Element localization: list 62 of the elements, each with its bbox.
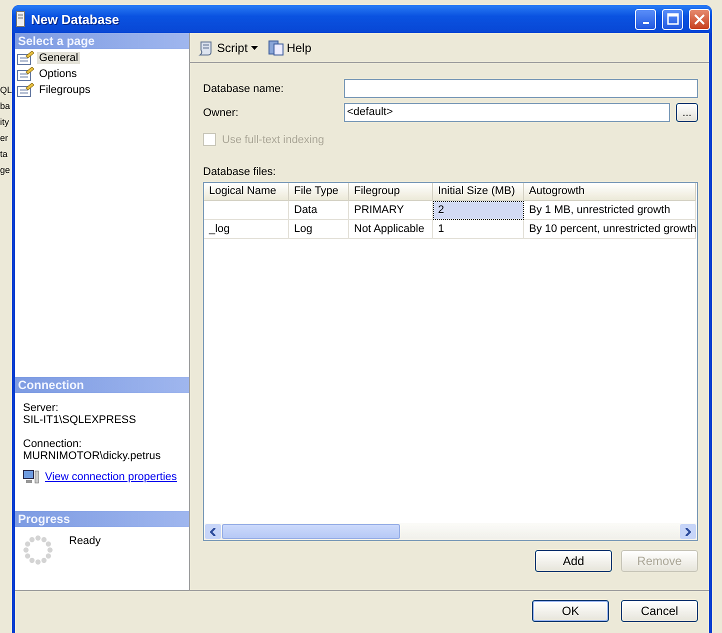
fulltext-label: Use full-text indexing: [222, 134, 324, 146]
maximize-button[interactable]: [662, 8, 683, 30]
window-title: New Database: [31, 12, 120, 26]
table-cell[interactable]: By 10 percent, unrestricted growth: [524, 220, 696, 239]
files-label: Database files:: [203, 166, 277, 178]
owner-field[interactable]: <default>: [344, 103, 670, 122]
section-header: Connection: [15, 377, 189, 393]
dialog-button[interactable]: OK: [532, 600, 609, 622]
table-cell[interactable]: 2: [433, 201, 524, 220]
table-cell[interactable]: Not Applicable: [349, 220, 433, 239]
field-label: Database name:: [203, 82, 285, 94]
connection-label: Connection:: [23, 438, 83, 450]
section-header: Progress: [15, 511, 189, 527]
table-cell[interactable]: 1: [433, 220, 524, 239]
help-button[interactable]: Help: [266, 40, 314, 56]
database-name-field[interactable]: [344, 79, 698, 98]
tree-item: ta: [0, 148, 9, 161]
column-header[interactable]: Logical Name: [204, 183, 289, 201]
table-cell[interactable]: Log: [289, 220, 349, 239]
horizontal-scrollbar[interactable]: [204, 523, 697, 540]
page-item[interactable]: Filegroups: [37, 84, 92, 96]
column-header[interactable]: Filegroup: [349, 183, 433, 201]
dialog-button[interactable]: Cancel: [621, 600, 698, 622]
section-header: Select a page: [15, 33, 189, 49]
book-icon: [268, 40, 284, 56]
script-button[interactable]: Script: [196, 40, 260, 56]
tree-item: ge: [0, 164, 12, 177]
browse-button[interactable]: ...: [676, 103, 698, 122]
server-label: Server:: [23, 402, 60, 414]
scroll-right-icon[interactable]: [680, 524, 696, 539]
column-header[interactable]: Autogrowth: [524, 183, 696, 201]
scroll-thumb[interactable]: [222, 524, 400, 539]
scroll-left-icon[interactable]: [205, 524, 221, 539]
tree-item: er: [0, 132, 10, 145]
maximize-icon: [666, 13, 678, 25]
minimize-button[interactable]: [635, 8, 656, 30]
scroll-icon: [198, 40, 214, 56]
tree-item: ity: [0, 116, 10, 129]
close-button[interactable]: [689, 8, 710, 30]
field-label: Owner:: [203, 106, 240, 118]
tree-item: ba: [0, 100, 12, 113]
table-cell[interactable]: By 1 MB, unrestricted growth: [524, 201, 696, 220]
column-header[interactable]: File Type: [289, 183, 349, 201]
computer-icon: [23, 470, 39, 484]
table-cell[interactable]: Data: [289, 201, 349, 220]
table-cell[interactable]: _log: [204, 220, 289, 239]
caret-icon: [250, 46, 258, 50]
column-header[interactable]: Initial Size (MB): [433, 183, 524, 201]
tree-item: QL: [0, 84, 12, 97]
connection-properties-link[interactable]: View connection properties: [45, 471, 177, 483]
connection-name: MURNIMOTOR\dicky.petrus: [23, 450, 162, 462]
database-icon: [16, 11, 25, 27]
table-cell[interactable]: PRIMARY: [349, 201, 433, 220]
close-icon: [694, 14, 705, 24]
spinner-icon: [23, 535, 53, 565]
server-name: SIL-IT1\SQLEXPRESS: [23, 414, 138, 426]
minimize-icon: [642, 22, 648, 24]
table-cell[interactable]: [204, 201, 289, 220]
page-item[interactable]: Options: [37, 68, 79, 80]
add-button[interactable]: Add: [535, 550, 612, 572]
progress-status: Ready: [69, 535, 101, 549]
page-item[interactable]: General: [37, 52, 80, 64]
